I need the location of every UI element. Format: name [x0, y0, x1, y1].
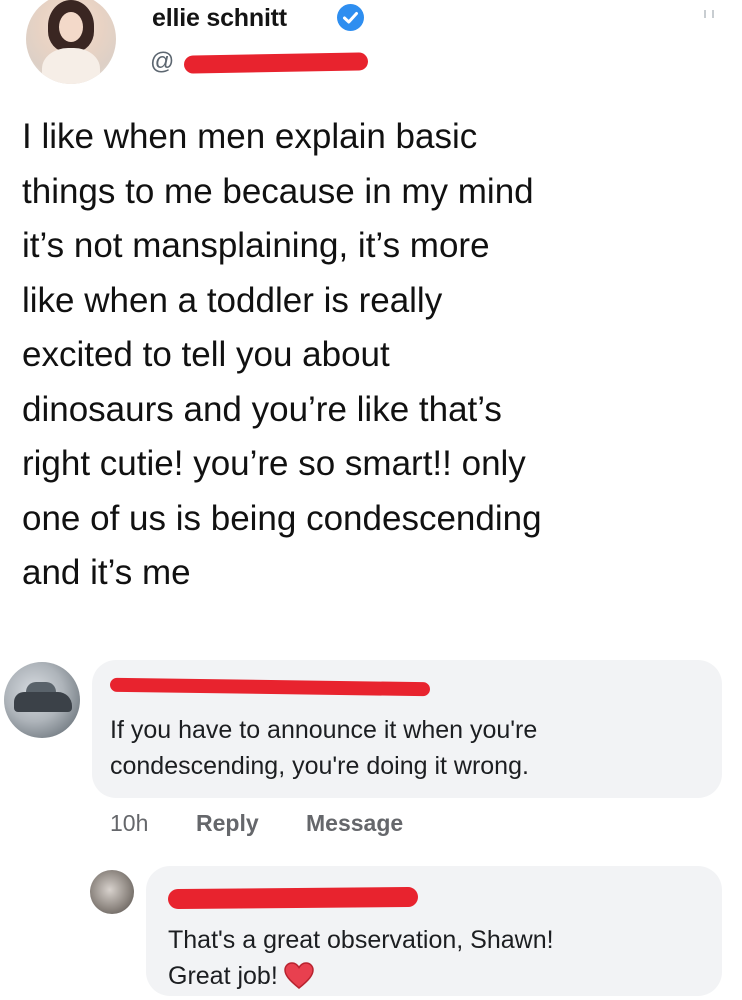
author-handle[interactable]: @ [150, 48, 380, 78]
handle-at-sign: @ [150, 48, 175, 75]
reply-bubble: That's a great observation, Shawn! Great… [146, 866, 722, 996]
reply-link[interactable]: Reply [196, 810, 259, 837]
commenter-name-redaction [109, 677, 431, 697]
replier-name-redaction [167, 886, 419, 910]
comment-timestamp: 10h [110, 810, 149, 836]
replier-avatar[interactable] [90, 870, 134, 914]
heart-icon [284, 962, 314, 990]
handle-redaction [183, 52, 369, 74]
reply-text: That's a great observation, Shawn! Great… [168, 926, 554, 990]
author-display-name[interactable]: ellie schnitt [152, 4, 287, 33]
message-link[interactable]: Message [306, 810, 403, 837]
comment-bubble: If you have to announce it when you're c… [92, 660, 722, 798]
commenter-avatar[interactable] [4, 662, 80, 738]
reply-text-block: That's a great observation, Shawn! Great… [168, 922, 708, 994]
comment-text: If you have to announce it when you're c… [110, 716, 538, 780]
tweet-header: ellie schnitt @ [22, 0, 722, 92]
corner-mark [704, 10, 714, 18]
tweet-text: I like when men explain basic things to … [22, 117, 542, 592]
verified-badge-icon [337, 4, 364, 31]
author-avatar[interactable] [26, 0, 116, 84]
